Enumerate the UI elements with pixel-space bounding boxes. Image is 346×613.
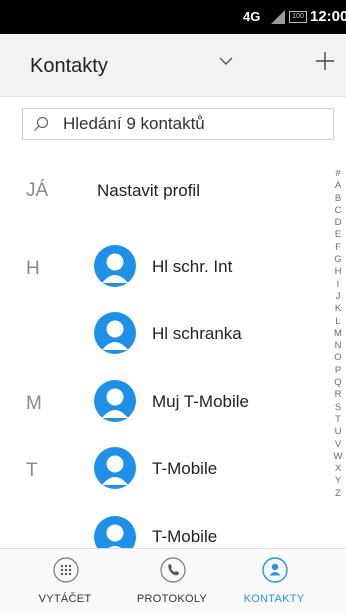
index-letter[interactable]: Z <box>332 488 344 500</box>
clock: 12:00 <box>310 8 346 25</box>
contact-name[interactable]: T-Mobile <box>152 459 217 479</box>
index-letter[interactable]: D <box>332 217 344 229</box>
avatar-icon[interactable] <box>94 380 136 422</box>
section-letter: M <box>26 393 42 414</box>
signal-icon <box>271 10 285 24</box>
battery-icon: 100 <box>289 11 307 23</box>
index-letter[interactable]: R <box>332 389 344 401</box>
index-letter[interactable]: K <box>332 303 344 315</box>
index-letter[interactable]: T <box>332 414 344 426</box>
network-indicator: 4G <box>243 9 261 24</box>
tab-label: VYTÁČET <box>38 593 92 605</box>
chevron-down-icon[interactable] <box>216 51 236 71</box>
status-bar: 4G 100 12:00 <box>0 0 346 34</box>
index-letter[interactable]: G <box>332 254 344 266</box>
index-letter[interactable]: H <box>332 266 344 278</box>
section-letter-me: JÁ <box>26 180 49 201</box>
search-placeholder: Hledání 9 kontaktů <box>63 114 205 133</box>
index-letter[interactable]: X <box>332 463 344 475</box>
section-letter: H <box>26 258 40 279</box>
index-letter[interactable]: W <box>332 451 344 463</box>
contact-name[interactable]: Hl schr. Int <box>152 257 232 277</box>
section-letter: T <box>26 460 38 481</box>
alphabet-index[interactable]: # A B C D E F G H I J K L M N O P Q R S … <box>332 168 344 500</box>
index-letter[interactable]: C <box>332 205 344 217</box>
index-letter[interactable]: B <box>332 193 344 205</box>
avatar-icon[interactable] <box>94 245 136 287</box>
avatar-icon[interactable] <box>94 312 136 354</box>
dialpad-icon <box>53 557 79 583</box>
phone-icon <box>160 557 186 583</box>
search-input[interactable]: Hledání 9 kontaktů <box>22 108 334 140</box>
index-letter[interactable]: Y <box>332 475 344 487</box>
page-title[interactable]: Kontakty <box>30 55 108 78</box>
index-letter[interactable]: F <box>332 242 344 254</box>
index-letter[interactable]: I <box>332 279 344 291</box>
index-letter[interactable]: U <box>332 426 344 438</box>
index-letter[interactable]: O <box>332 352 344 364</box>
contact-name[interactable]: T-Mobile <box>152 527 217 547</box>
tab-label: PROTOKOLY <box>136 593 208 605</box>
tab-label: KONTAKTY <box>243 593 305 605</box>
index-letter[interactable]: L <box>332 316 344 328</box>
set-profile-link[interactable]: Nastavit profil <box>97 181 200 201</box>
index-letter[interactable]: S <box>332 402 344 414</box>
index-letter[interactable]: E <box>332 229 344 241</box>
contact-name[interactable]: Hl schranka <box>152 324 242 344</box>
index-letter[interactable]: Q <box>332 377 344 389</box>
index-letter[interactable]: V <box>332 439 344 451</box>
app-header: Kontakty <box>0 34 346 97</box>
index-letter[interactable]: J <box>332 291 344 303</box>
index-letter[interactable]: M <box>332 328 344 340</box>
contacts-icon <box>262 557 288 583</box>
tab-logs[interactable]: PROTOKOLY <box>122 549 222 613</box>
bottom-nav: VYTÁČET PROTOKOLY KONTAKTY <box>0 548 346 613</box>
contact-name[interactable]: Muj T-Mobile <box>152 392 249 412</box>
tab-dialer[interactable]: VYTÁČET <box>15 549 115 613</box>
index-letter[interactable]: A <box>332 180 344 192</box>
search-icon <box>34 116 49 131</box>
index-letter[interactable]: P <box>332 365 344 377</box>
add-contact-icon[interactable] <box>314 50 336 72</box>
avatar-icon[interactable] <box>94 447 136 489</box>
index-letter[interactable]: # <box>332 168 344 180</box>
tab-contacts[interactable]: KONTAKTY <box>224 549 324 613</box>
index-letter[interactable]: N <box>332 340 344 352</box>
